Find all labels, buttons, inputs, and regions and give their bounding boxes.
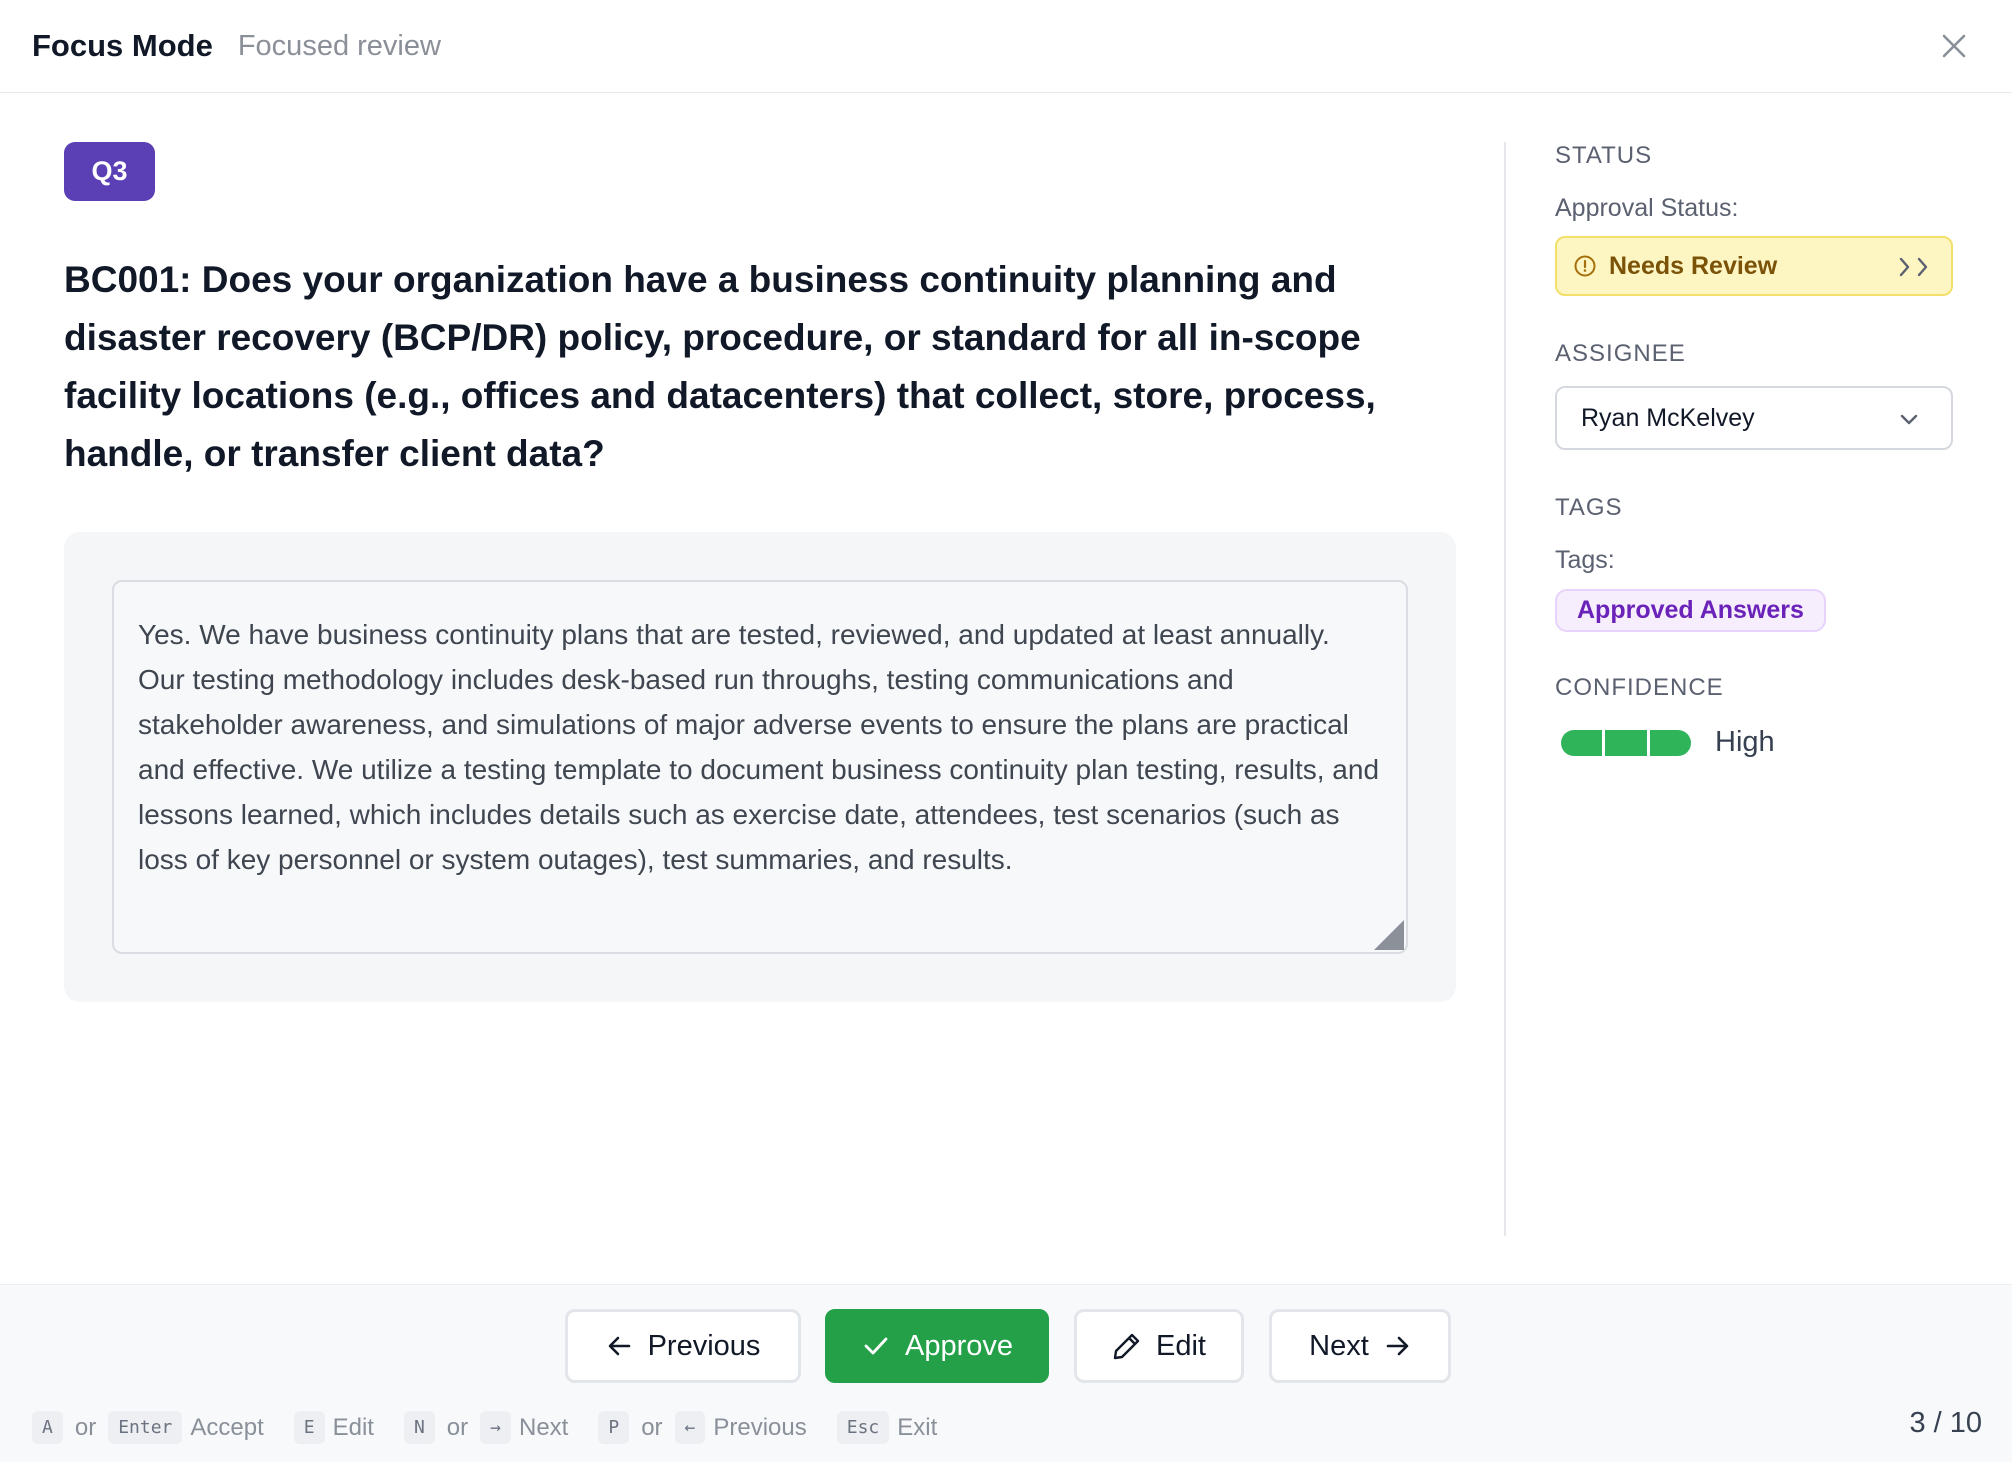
tags-label: Tags: <box>1555 546 1615 574</box>
answer-text: Yes. We have business continuity plans t… <box>138 619 1380 875</box>
approval-status-label: Approval Status: <box>1555 194 1739 222</box>
arrow-left-icon <box>608 1336 630 1356</box>
close-button[interactable] <box>1926 18 1982 74</box>
details-sidebar: STATUS Approval Status: Needs Review ASS… <box>1555 142 1955 759</box>
page-counter: 3 / 10 <box>1909 1407 1982 1439</box>
keyboard-shortcuts: A or Enter Accept E Edit N or → Next P o… <box>32 1411 967 1444</box>
assignee-dropdown[interactable]: Ryan McKelvey <box>1555 386 1953 450</box>
shortcut-next-label: Next <box>518 1413 569 1441</box>
shortcut-previous: P or ← Previous <box>598 1411 807 1444</box>
shortcut-accept-label: Accept <box>190 1413 264 1441</box>
next-label: Next <box>1309 1329 1369 1362</box>
key-e: E <box>293 1411 325 1444</box>
shortcut-or: or <box>446 1413 469 1441</box>
header: Focus Mode Focused review <box>0 0 2012 93</box>
key-p: P <box>598 1411 630 1444</box>
edit-label: Edit <box>1156 1329 1206 1362</box>
alert-circle-icon <box>1574 255 1596 277</box>
arrow-right-icon <box>1386 1336 1409 1356</box>
pencil-icon <box>1113 1333 1140 1360</box>
key-right-arrow: → <box>480 1411 511 1444</box>
shortcut-next: N or → Next <box>403 1411 569 1444</box>
confidence-bar <box>1561 729 1691 756</box>
footer-toolbar: Previous Approve Edit Next A or Enter Ac… <box>0 1284 2012 1462</box>
confidence-segment <box>1605 729 1647 756</box>
key-left-arrow: ← <box>674 1411 706 1444</box>
approve-label: Approve <box>904 1329 1013 1362</box>
tags-section-title: TAGS <box>1555 494 1623 521</box>
approve-button[interactable]: Approve <box>825 1309 1049 1383</box>
shortcut-edit-label: Edit <box>332 1413 374 1441</box>
key-n: N <box>403 1411 435 1444</box>
resize-handle[interactable] <box>1374 920 1404 950</box>
previous-label: Previous <box>647 1329 761 1362</box>
focus-mode-app: Focus Mode Focused review Q3 BC001: Does… <box>0 0 2012 1462</box>
page-subtitle: Focused review <box>237 29 441 62</box>
shortcut-previous-label: Previous <box>713 1413 807 1441</box>
main-content: Q3 BC001: Does your organization have a … <box>64 142 1456 1002</box>
next-button[interactable]: Next <box>1269 1309 1451 1383</box>
assignee-value: Ryan McKelvey <box>1581 403 1755 432</box>
question-number-badge: Q3 <box>64 142 155 201</box>
key-a: A <box>32 1411 63 1444</box>
approval-status-value: Needs Review <box>1609 251 1778 280</box>
page-title: Focus Mode <box>32 28 213 63</box>
sidebar-divider <box>1504 142 1506 1236</box>
confidence-level: High <box>1715 726 1775 758</box>
confidence-segment <box>1649 729 1691 756</box>
confidence-indicator: High <box>1555 726 1955 759</box>
check-icon <box>864 1337 888 1355</box>
shortcut-or: or <box>641 1413 663 1441</box>
chevrons-right-icon <box>1899 257 1928 277</box>
shortcut-edit: E Edit <box>293 1411 374 1444</box>
close-icon <box>1942 34 1966 58</box>
confidence-segment <box>1561 729 1603 756</box>
shortcut-exit: Esc Exit <box>836 1411 938 1444</box>
edit-button[interactable]: Edit <box>1074 1309 1244 1383</box>
shortcut-exit-label: Exit <box>897 1413 938 1441</box>
key-enter: Enter <box>108 1411 183 1444</box>
status-section-title: STATUS <box>1555 142 1653 169</box>
answer-panel: Yes. We have business continuity plans t… <box>64 532 1456 1002</box>
confidence-section-title: CONFIDENCE <box>1555 674 1724 701</box>
shortcut-accept: A or Enter Accept <box>32 1411 264 1444</box>
assignee-section-title: ASSIGNEE <box>1555 340 1686 367</box>
key-esc: Esc <box>836 1411 890 1444</box>
tag-approved-answers[interactable]: Approved Answers <box>1555 589 1826 632</box>
previous-button[interactable]: Previous <box>565 1309 801 1383</box>
shortcut-or: or <box>74 1413 97 1441</box>
question-text: BC001: Does your organization have a bus… <box>64 259 1376 474</box>
answer-textarea[interactable]: Yes. We have business continuity plans t… <box>112 580 1408 954</box>
approval-status-button[interactable]: Needs Review <box>1555 236 1953 296</box>
chevron-down-icon <box>1900 414 1918 425</box>
